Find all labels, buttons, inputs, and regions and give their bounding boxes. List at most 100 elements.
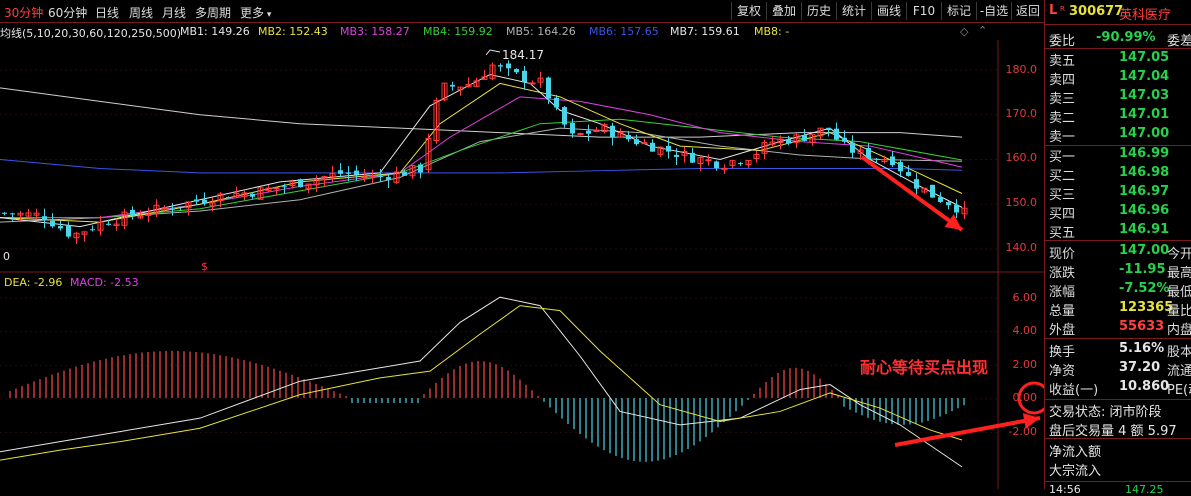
stats-row-0-extra: 股本: [1167, 345, 1191, 360]
sell-level-5-value: 147.05: [1119, 50, 1170, 65]
sell-level-1: 卖一 147.00: [1049, 126, 1169, 145]
sell-level-5-label: 卖五: [1049, 54, 1076, 69]
stats-row-2-label: 收益(一): [1049, 383, 1099, 398]
sell-level-3-label: 卖三: [1049, 92, 1076, 107]
buy-level-2: 买二 146.98: [1049, 165, 1169, 184]
candle-body: [145, 213, 152, 216]
candle-body: [641, 142, 648, 145]
macd-axis-4: 4.00: [1012, 324, 1038, 337]
buy-level-4-value: 146.96: [1119, 203, 1170, 218]
candle-body: [890, 156, 895, 166]
quote-row-0-label: 现价: [1049, 247, 1076, 262]
candle-body: [450, 84, 455, 87]
candle-body: [106, 223, 111, 225]
net-inflow-label: 净流入额: [1049, 445, 1102, 460]
price-axis-140: 140.0: [1005, 241, 1038, 254]
stats-row-2-extra: PE(动: [1167, 383, 1191, 398]
candle-body: [418, 164, 423, 173]
stats-row-1: 净资 37.20 流通: [1049, 360, 1191, 379]
candle-body: [866, 148, 871, 160]
stats-row-1-label: 净资: [1049, 364, 1076, 379]
candle-body: [346, 172, 351, 174]
quote-row-4-label: 外盘: [1049, 323, 1076, 338]
candle-body: [10, 213, 15, 215]
dif-line: [0, 296, 963, 468]
candle-body: [714, 161, 719, 169]
macd-axis-2: 2.00: [1012, 358, 1038, 371]
buy-level-4-label: 买四: [1049, 207, 1076, 222]
buy-level-5-label: 买五: [1049, 226, 1076, 241]
buy-level-3: 买三 146.97: [1049, 184, 1169, 203]
candle-body: [914, 179, 919, 189]
candle-body: [2, 212, 7, 214]
candle-body: [850, 142, 855, 153]
sell-level-1-value: 147.00: [1119, 126, 1170, 141]
macd-axis-neg2: -2.00: [1008, 425, 1037, 438]
quote-row-1: 涨跌 -11.95 最高: [1049, 262, 1191, 281]
trade-status: 交易状态: 闭市阶段: [1049, 405, 1162, 420]
sell-level-5: 卖五 147.05: [1049, 50, 1169, 69]
candle-body: [802, 135, 807, 141]
stats-row-0-label: 换手: [1049, 345, 1076, 360]
stats-row-0-value: 5.16%: [1119, 341, 1165, 356]
candle-body: [666, 145, 671, 152]
candle-body: [529, 82, 536, 85]
candle-body: [586, 130, 591, 134]
weibi-value: -90.99%: [1096, 30, 1156, 45]
price-chart[interactable]: [0, 0, 1044, 489]
price-axis-150: 150.0: [1005, 196, 1038, 209]
downtrend-arrow-head: [944, 214, 962, 230]
candle-body: [298, 179, 303, 188]
candle-body: [361, 176, 368, 179]
quote-row-4-extra: 内盘: [1167, 323, 1191, 338]
stats-row-0: 换手 5.16% 股本: [1049, 341, 1191, 360]
tick-price: 147.25: [1125, 483, 1164, 496]
price-axis-160: 160.0: [1005, 151, 1038, 164]
candle-body: [626, 135, 631, 140]
quote-row-3-label: 总量: [1049, 304, 1076, 319]
candle-body: [58, 226, 63, 229]
candle-body: [898, 162, 903, 172]
candle-body: [170, 208, 175, 210]
candle-body: [514, 68, 519, 73]
candle-body: [554, 97, 559, 108]
quote-row-2-value: -7.52%: [1119, 281, 1170, 296]
candle-body: [90, 229, 95, 231]
peak-marker: [485, 49, 501, 56]
stats-row-2: 收益(一) 10.860PE(动: [1049, 379, 1191, 398]
price-axis-170: 170.0: [1005, 107, 1038, 120]
stock-badge-icon: L R: [1049, 3, 1065, 18]
block-inflow-label: 大宗流入: [1049, 464, 1102, 479]
quote-row-1-label: 涨跌: [1049, 266, 1076, 281]
candle-body: [250, 193, 255, 197]
sell-level-2-value: 147.01: [1119, 107, 1170, 122]
sell-level-4-label: 卖四: [1049, 73, 1076, 88]
price-high-label: 184.17: [502, 48, 544, 62]
candle-body: [194, 199, 199, 202]
candle-body: [354, 170, 359, 175]
buy-level-1: 买一 146.99: [1049, 146, 1169, 165]
buy-level-1-label: 买一: [1049, 150, 1076, 165]
sell-level-2-label: 卖二: [1049, 111, 1076, 126]
candle-body: [593, 130, 600, 133]
tick-time: 14:56: [1049, 483, 1081, 496]
candle-body: [874, 158, 879, 160]
candle-body: [66, 225, 71, 237]
candle-body: [842, 137, 847, 142]
quote-row-1-value: -11.95: [1119, 262, 1166, 277]
weibi-label: 委比: [1049, 34, 1076, 49]
candle-body: [906, 172, 911, 176]
candle-body: [386, 177, 391, 181]
candle-body: [202, 199, 207, 204]
candle-body: [610, 125, 615, 138]
dea-line: [0, 305, 963, 461]
candle-body: [50, 220, 55, 227]
annotation-text: 耐心等待买点出现: [860, 358, 989, 377]
dea-legend: DEA: -2.96: [4, 276, 63, 289]
quote-row-3: 总量 123365 量比: [1049, 300, 1191, 319]
candle-body: [506, 63, 511, 69]
candle-body: [522, 70, 527, 83]
candle-body: [282, 186, 287, 188]
candle-body: [634, 139, 639, 145]
signal-s-icon: $: [201, 260, 208, 273]
